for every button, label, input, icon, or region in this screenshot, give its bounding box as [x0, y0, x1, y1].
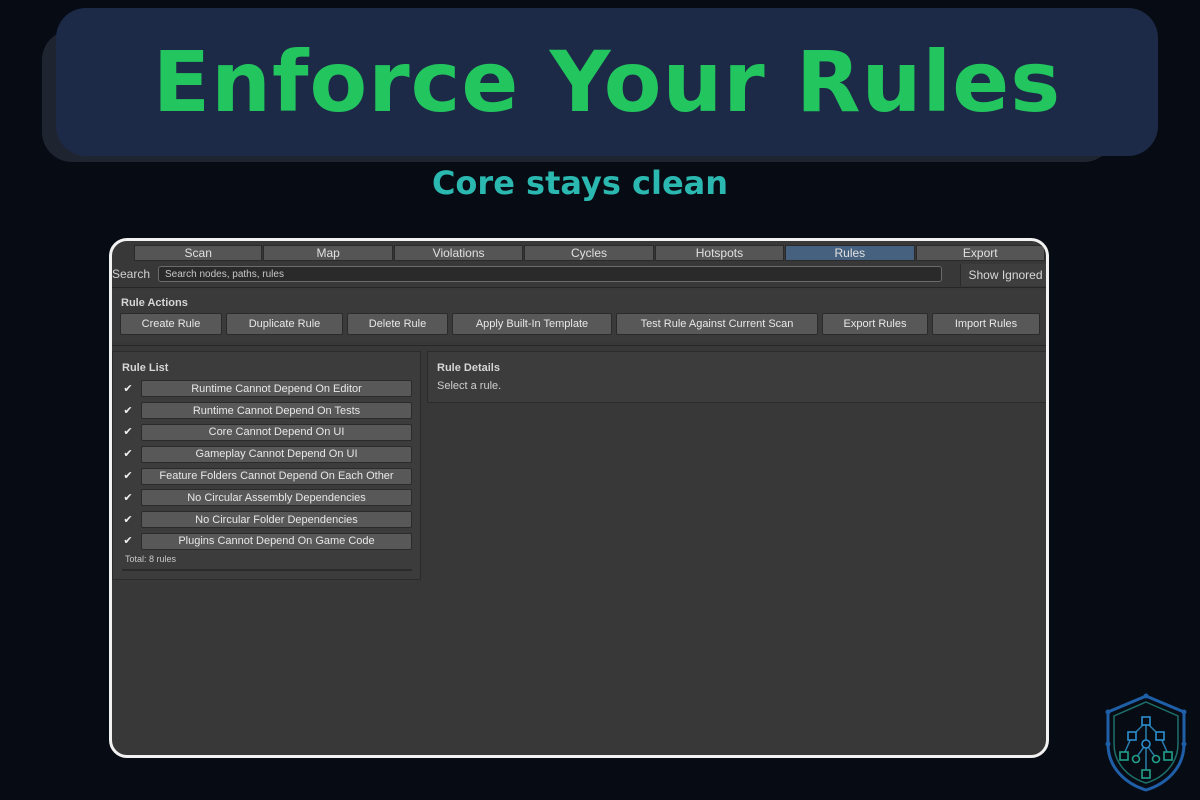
list-item: ✔ Core Cannot Depend On UI [122, 422, 412, 444]
rule-details-title: Rule Details [437, 362, 500, 374]
list-item: ✔ No Circular Assembly Dependencies [122, 487, 412, 509]
rule-item-button[interactable]: Runtime Cannot Depend On Editor [141, 380, 412, 398]
tab-scan[interactable]: Scan [134, 245, 263, 261]
tab-export[interactable]: Export [915, 245, 1045, 261]
rule-enabled-checkbox[interactable]: ✔ [122, 426, 134, 438]
banner-subtitle: Core stays clean [431, 164, 729, 202]
list-item: ✔ No Circular Folder Dependencies [122, 509, 412, 531]
apply-template-button[interactable]: Apply Built-In Template [452, 313, 612, 335]
rule-details-panel: Rule Details Select a rule. [427, 351, 1046, 403]
rule-enabled-checkbox[interactable]: ✔ [122, 404, 134, 417]
rule-actions-section: Rule Actions Create Rule Duplicate Rule … [112, 289, 1046, 341]
import-rules-button[interactable]: Import Rules [932, 313, 1040, 335]
rule-item-button[interactable]: Core Cannot Depend On UI [141, 423, 412, 441]
search-input[interactable] [158, 266, 942, 282]
rule-item-button[interactable]: No Circular Assembly Dependencies [141, 489, 412, 507]
search-row: Search Show Ignored [112, 264, 1046, 286]
rule-list: ✔ Runtime Cannot Depend On Editor ✔ Runt… [122, 378, 412, 552]
list-item: ✔ Runtime Cannot Depend On Tests [122, 400, 412, 422]
rule-details-empty-text: Select a rule. [437, 380, 502, 392]
tab-violations[interactable]: Violations [393, 245, 524, 261]
test-rule-button[interactable]: Test Rule Against Current Scan [616, 313, 818, 335]
divider [122, 569, 412, 571]
rule-actions-toolbar: Create Rule Duplicate Rule Delete Rule A… [120, 313, 1040, 335]
rule-item-button[interactable]: Feature Folders Cannot Depend On Each Ot… [141, 467, 412, 485]
rule-enabled-checkbox[interactable]: ✔ [122, 382, 134, 395]
banner: Enforce Your Rules [56, 8, 1158, 156]
list-item: ✔ Feature Folders Cannot Depend On Each … [122, 465, 412, 487]
rule-enabled-checkbox[interactable]: ✔ [122, 470, 134, 482]
rule-item-button[interactable]: Runtime Cannot Depend On Tests [141, 402, 412, 420]
rule-enabled-checkbox[interactable]: ✔ [122, 448, 134, 460]
divider [112, 345, 1046, 346]
rule-item-button[interactable]: No Circular Folder Dependencies [141, 511, 412, 529]
tab-cycles[interactable]: Cycles [524, 245, 654, 261]
list-item: ✔ Runtime Cannot Depend On Editor [122, 378, 412, 400]
rule-enabled-checkbox[interactable]: ✔ [122, 491, 134, 504]
banner-title: Enforce Your Rules [152, 33, 1062, 131]
delete-rule-button[interactable]: Delete Rule [347, 313, 448, 335]
rule-enabled-checkbox[interactable]: ✔ [122, 535, 134, 547]
rule-enabled-checkbox[interactable]: ✔ [122, 513, 134, 526]
rule-item-button[interactable]: Gameplay Cannot Depend On UI [141, 445, 412, 463]
shield-graph-logo-icon [1105, 693, 1187, 792]
tab-rules[interactable]: Rules [785, 245, 915, 261]
export-rules-button[interactable]: Export Rules [822, 313, 928, 335]
create-rule-button[interactable]: Create Rule [120, 313, 222, 335]
rule-list-panel: Rule List ✔ Runtime Cannot Depend On Edi… [112, 351, 421, 580]
rule-count: Total: 8 rules [125, 554, 177, 564]
list-item: ✔ Gameplay Cannot Depend On UI [122, 443, 412, 465]
divider [112, 287, 1046, 288]
show-ignored-toggle[interactable]: Show Ignored [960, 264, 1046, 286]
tab-bar: Scan Map Violations Cycles Hotspots Rule… [112, 245, 1046, 262]
tab-hotspots[interactable]: Hotspots [654, 245, 785, 261]
duplicate-rule-button[interactable]: Duplicate Rule [226, 313, 343, 335]
tab-map[interactable]: Map [263, 245, 393, 261]
search-label: Search [112, 267, 151, 281]
rule-list-title: Rule List [122, 362, 169, 374]
rule-item-button[interactable]: Plugins Cannot Depend On Game Code [141, 532, 412, 550]
editor-window: Scan Map Violations Cycles Hotspots Rule… [109, 238, 1049, 758]
list-item: ✔ Plugins Cannot Depend On Game Code [122, 531, 412, 553]
rule-actions-title: Rule Actions [121, 297, 188, 309]
